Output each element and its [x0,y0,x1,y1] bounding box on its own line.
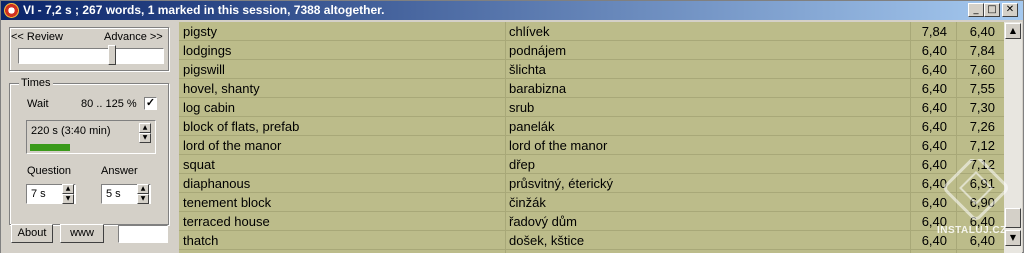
control-panel: << Review Advance >> Times Wait 80 .. 12… [1,21,179,253]
times-group-label: Times [19,77,53,89]
score-2-cell: 7,84 [969,43,995,58]
czech-word-cell: lord of the manor [509,138,608,153]
score-2-cell: 7,30 [969,100,995,115]
minimize-button[interactable]: _ [968,3,984,17]
app-logo-icon [4,3,19,18]
english-word-cell: lord of the manor [183,138,282,153]
table-row[interactable]: lodgings podnájem 6,40 7,84 [179,41,1004,60]
review-slider-thumb[interactable] [107,45,116,65]
range-label: 80 .. 125 % [81,98,137,110]
english-word-cell: squat [183,157,215,172]
maximize-button[interactable]: □ [984,3,1000,17]
word-list[interactable]: pigsty chlívek 7,84 6,40 lodgings podnájem 6,4… [179,22,1004,253]
czech-word-cell: barabizna [509,81,567,96]
english-word-cell: diaphanous [183,176,251,191]
scroll-up-icon[interactable]: ▲ [1005,23,1021,39]
czech-word-cell: došek, kštice [509,233,585,248]
table-row[interactable]: log cabin srub 6,40 7,30 [179,98,1004,117]
question-spinner[interactable]: ▲ ▼ [62,184,74,204]
wait-progress-bar [30,144,152,151]
answer-label: Answer [101,165,138,177]
wait-value: 220 s (3:40 min) [31,125,111,137]
table-row[interactable]: pigsty chlívek 7,84 6,40 [179,22,1004,41]
czech-word-cell: činžák [509,195,546,210]
czech-word-cell: podnájem [509,43,567,58]
table-row[interactable]: pigswill šlichta 6,40 7,60 [179,60,1004,79]
english-word-cell: pigsty [183,24,217,39]
score-2-cell: 7,60 [969,62,995,77]
question-time-input[interactable]: 7 s ▲ ▼ [26,184,76,204]
answer-spinner[interactable]: ▲ ▼ [137,184,149,204]
english-word-cell: tenement block [183,195,272,210]
czech-word-cell: dřep [509,157,536,172]
czech-word-cell: panelák [509,119,555,134]
app-window: VI - 7,2 s ; 267 words, 1 marked in this… [0,0,1024,253]
spin-up-icon[interactable]: ▲ [139,123,151,133]
score-2-cell: 7,26 [969,119,995,134]
score-2-cell: 7,12 [969,138,995,153]
czech-word-cell: řadový dům [509,214,577,229]
table-row[interactable]: terraced house řadový dům 6,40 6,40 [179,212,1004,231]
table-row[interactable]: hovel, shanty barabizna 6,40 7,55 [179,79,1004,98]
question-time-value: 7 s [31,188,46,200]
www-button[interactable]: www [60,224,104,243]
advance-label[interactable]: Advance >> [104,31,163,43]
about-button[interactable]: About [11,224,53,243]
spin-down-icon[interactable]: ▼ [139,133,151,143]
score-1-cell: 6,40 [921,100,947,115]
czech-word-cell: šlichta [509,62,546,77]
spin-down-icon[interactable]: ▼ [137,194,149,204]
czech-word-cell: chlívek [509,24,550,39]
range-checkbox[interactable]: ✓ [144,97,157,110]
table-row[interactable]: lord of the manor lord of the manor 6,40 7,… [179,136,1004,155]
title-bar[interactable]: VI - 7,2 s ; 267 words, 1 marked in this… [1,1,1023,20]
status-field[interactable] [118,225,168,243]
english-word-cell: log cabin [183,100,236,115]
english-word-cell: pigswill [183,62,225,77]
review-label[interactable]: << Review [11,31,63,43]
score-1-cell: 6,40 [921,62,947,77]
spin-up-icon[interactable]: ▲ [62,184,74,194]
english-word-cell: thatch [183,233,219,248]
spin-up-icon[interactable]: ▲ [137,184,149,194]
score-1-cell: 6,40 [921,119,947,134]
wait-spinner[interactable]: ▲ ▼ [139,123,151,143]
score-1-cell: 6,40 [921,138,947,153]
close-button[interactable]: ✕ [1002,3,1018,17]
answer-time-input[interactable]: 5 s ▲ ▼ [101,184,151,204]
window-title: VI - 7,2 s ; 267 words, 1 marked in this… [23,3,385,17]
english-word-cell: block of flats, prefab [183,119,300,134]
review-slider-track[interactable] [18,48,164,64]
answer-time-value: 5 s [106,188,121,200]
czech-word-cell: srub [509,100,535,115]
english-word-cell: lodgings [183,43,232,58]
wait-progress-fill [30,144,71,151]
table-row[interactable]: thatch došek, kštice 6,40 6,40 [179,231,1004,250]
czech-word-cell: průsvitný, éterický [509,176,614,191]
english-word-cell: terraced house [183,214,270,229]
wait-label: Wait [27,98,49,110]
score-1-cell: 7,84 [921,24,947,39]
table-row[interactable]: block of flats, prefab panelák 6,40 7,26 [179,117,1004,136]
english-word-cell: hovel, shanty [183,81,260,96]
table-row[interactable]: tenement block činžák 6,40 6,90 [179,193,1004,212]
spin-down-icon[interactable]: ▼ [62,194,74,204]
table-row[interactable]: squat dřep 6,40 7,12 [179,155,1004,174]
question-label: Question [27,165,72,177]
watermark-text: INSTALUJ.CZ [937,225,1007,236]
table-row[interactable]: diaphanous průsvitný, éterický 6,40 6,91 [179,174,1004,193]
score-1-cell: 6,40 [921,81,947,96]
score-2-cell: 7,55 [969,81,995,96]
score-1-cell: 6,40 [921,43,947,58]
score-2-cell: 6,40 [969,24,995,39]
wait-input[interactable]: 220 s (3:40 min) ▲ ▼ [26,120,156,154]
